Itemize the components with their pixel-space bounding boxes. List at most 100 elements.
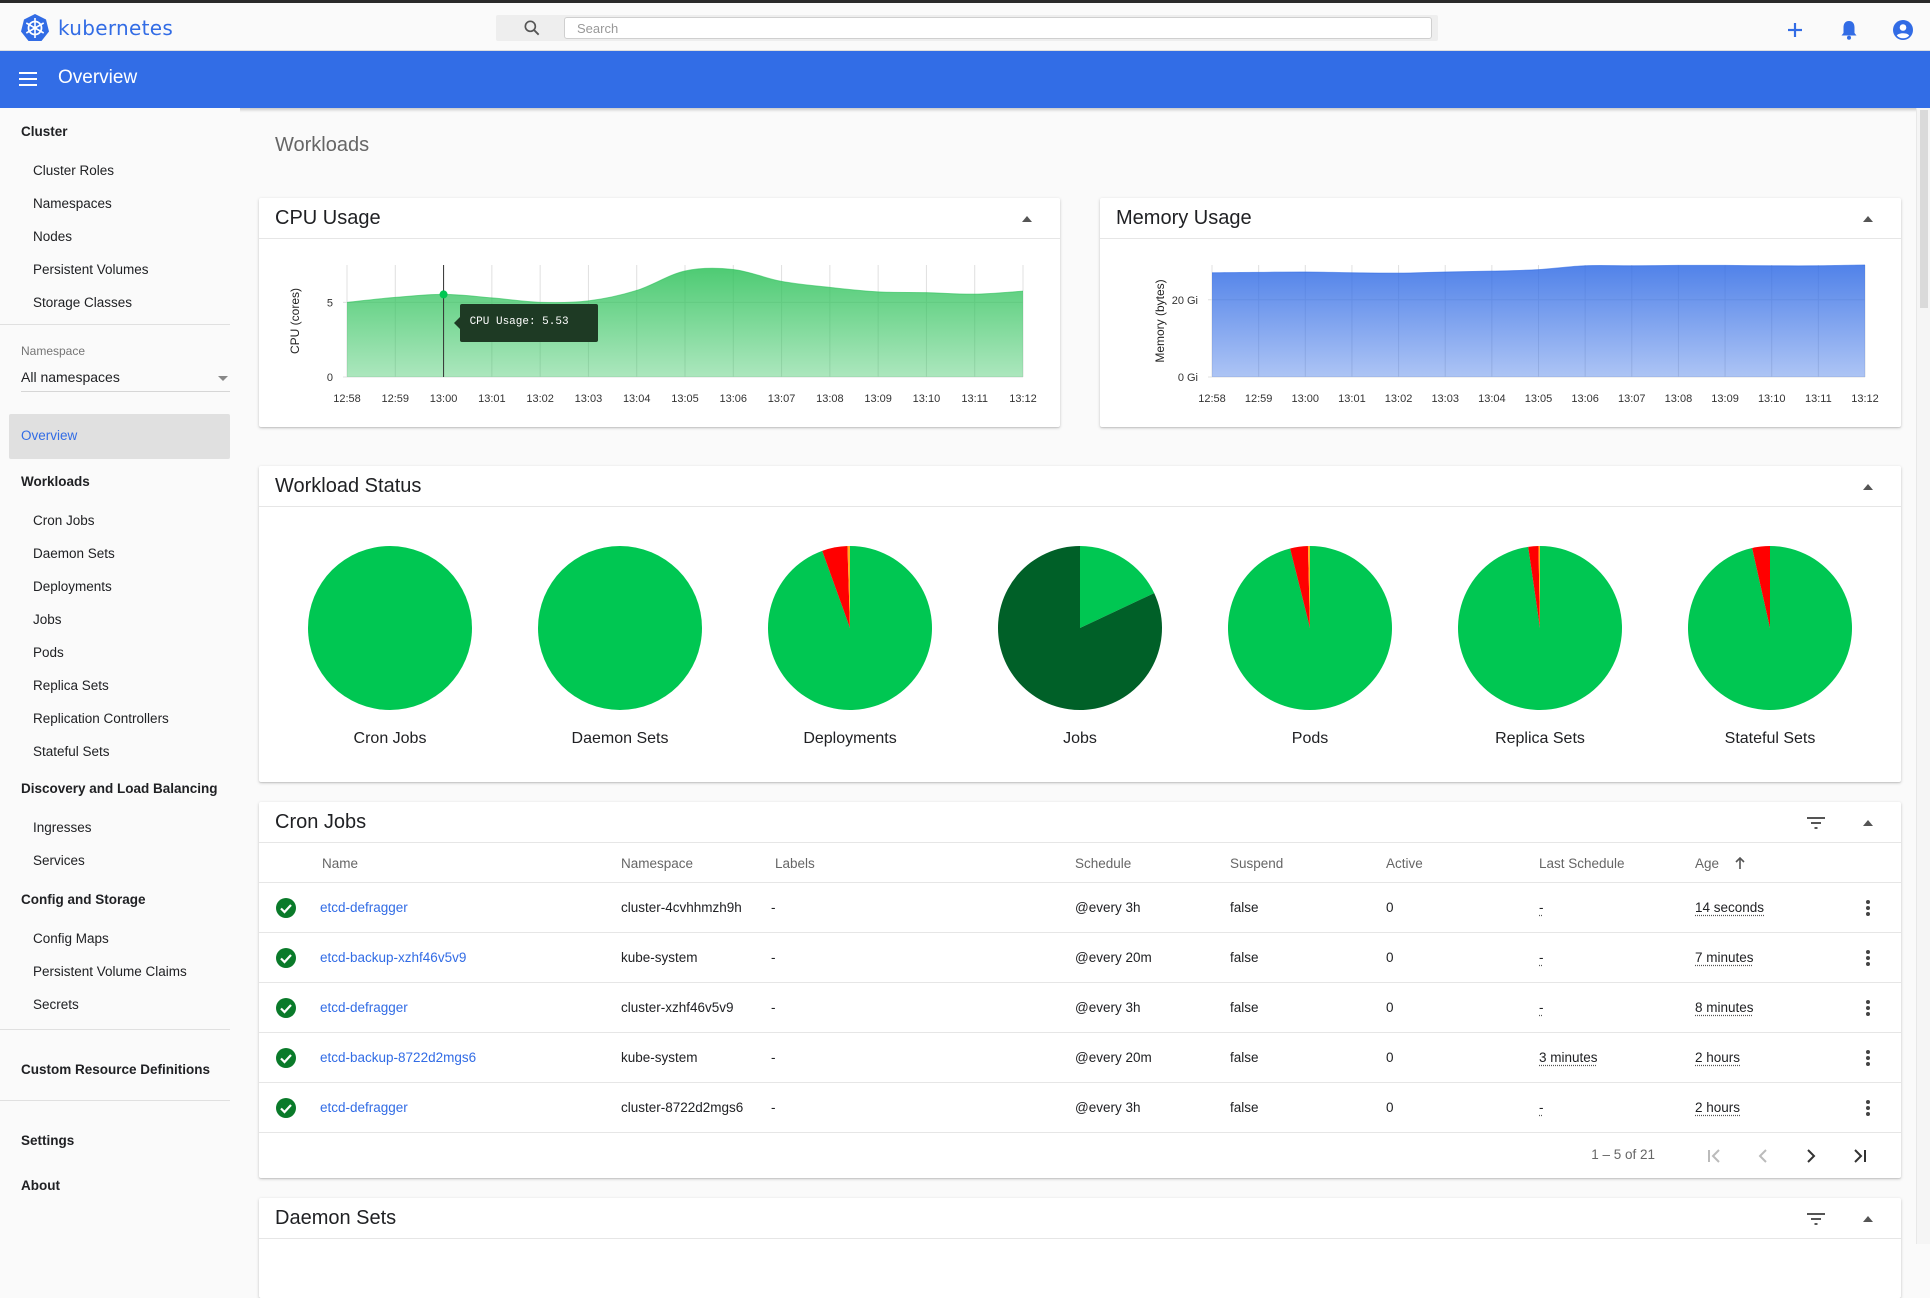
column-header-active[interactable]: Active bbox=[1386, 856, 1423, 871]
column-header-schedule[interactable]: Schedule bbox=[1075, 856, 1131, 871]
scrollbar-thumb[interactable] bbox=[1920, 110, 1928, 308]
sort-ascending-icon[interactable] bbox=[1734, 856, 1746, 870]
namespace-select[interactable]: All namespaces bbox=[21, 362, 230, 392]
pie-slice-running bbox=[538, 546, 702, 710]
sidebar-heading-config[interactable]: Config and Storage bbox=[21, 892, 146, 907]
more-vert-icon[interactable] bbox=[1865, 948, 1871, 968]
account-button[interactable] bbox=[1876, 15, 1930, 45]
column-header-namespace[interactable]: Namespace bbox=[621, 856, 693, 871]
memory-usage-chart: 0 Gi 20 Gi 12:58 12:59 13:00 13:01 13:02 13:03 1… bbox=[1153, 264, 1879, 405]
cell-name[interactable]: etcd-backup-8722d2mgs6 bbox=[320, 1050, 476, 1065]
x-tick-label: 13:00 bbox=[430, 393, 458, 405]
kubernetes-logo[interactable]: kubernetes bbox=[20, 13, 173, 43]
sidebar-item-replication-controllers[interactable]: Replication Controllers bbox=[33, 711, 169, 726]
cell-age: 2 hours bbox=[1695, 1100, 1741, 1115]
search-input[interactable] bbox=[564, 17, 1432, 39]
pie-label: Deployments bbox=[803, 730, 897, 747]
card-title: Cron Jobs bbox=[275, 811, 367, 833]
sidebar-item-overview[interactable]: Overview bbox=[9, 414, 230, 459]
create-button[interactable] bbox=[1768, 15, 1822, 45]
x-tick-label: 13:04 bbox=[623, 393, 651, 405]
sidebar-item-nodes[interactable]: Nodes bbox=[33, 229, 72, 244]
cell-schedule: @every 3h bbox=[1075, 1100, 1141, 1115]
more-vert-icon[interactable] bbox=[1865, 1048, 1871, 1068]
sidebar-item-secrets[interactable]: Secrets bbox=[33, 997, 79, 1012]
pie-label: Stateful Sets bbox=[1724, 730, 1816, 747]
sidebar-item-about[interactable]: About bbox=[21, 1178, 60, 1193]
table-row[interactable]: etcd-defragger cluster-xzhf46v5v9 - @every … bbox=[259, 983, 1901, 1033]
sidebar-item-pvcs[interactable]: Persistent Volume Claims bbox=[33, 964, 187, 979]
more-vert-icon[interactable] bbox=[1865, 998, 1871, 1018]
collapse-button[interactable] bbox=[1861, 212, 1875, 226]
sidebar-item-storage-classes[interactable]: Storage Classes bbox=[33, 295, 132, 310]
kubernetes-helm-icon bbox=[21, 14, 49, 41]
column-header-last-schedule[interactable]: Last Schedule bbox=[1539, 856, 1625, 871]
sidebar-item-settings[interactable]: Settings bbox=[21, 1133, 74, 1148]
sidebar-item-crds[interactable]: Custom Resource Definitions bbox=[21, 1062, 210, 1077]
cell-last-schedule: - bbox=[1539, 950, 1544, 965]
daemon-sets-card: Daemon Sets bbox=[259, 1198, 1901, 1298]
collapse-button[interactable] bbox=[1020, 212, 1034, 226]
chart-tooltip: CPU Usage: 5.53 bbox=[453, 304, 598, 342]
table-row[interactable]: etcd-defragger cluster-4cvhhmzh9h - @every … bbox=[259, 883, 1901, 933]
sidebar-heading-discovery[interactable]: Discovery and Load Balancing bbox=[21, 781, 218, 796]
previous-page-icon[interactable] bbox=[1751, 1144, 1775, 1168]
sidebar-heading-cluster[interactable]: Cluster bbox=[21, 124, 68, 139]
table-row[interactable]: etcd-backup-8722d2mgs6 kube-system - @every… bbox=[259, 1033, 1901, 1083]
sidebar-item-persistent-volumes[interactable]: Persistent Volumes bbox=[33, 262, 149, 277]
menu-icon[interactable] bbox=[18, 69, 40, 89]
more-vert-icon[interactable] bbox=[1865, 898, 1871, 918]
cell-name[interactable]: etcd-defragger bbox=[320, 1000, 408, 1015]
cell-namespace: cluster-xzhf46v5v9 bbox=[621, 1000, 734, 1015]
sidebar-item-services[interactable]: Services bbox=[33, 853, 85, 868]
sidebar-item-deployments[interactable]: Deployments bbox=[33, 579, 112, 594]
cell-labels: - bbox=[771, 950, 776, 965]
sidebar-item-stateful-sets[interactable]: Stateful Sets bbox=[33, 744, 110, 759]
x-tick-label: 13:12 bbox=[1009, 393, 1037, 405]
sidebar-item-namespaces[interactable]: Namespaces bbox=[33, 196, 112, 211]
cron-jobs-card: Cron Jobs Name Namespace Labels Schedule… bbox=[259, 802, 1901, 1178]
next-page-icon[interactable] bbox=[1799, 1144, 1823, 1168]
cell-name[interactable]: etcd-defragger bbox=[320, 900, 408, 915]
cell-namespace: cluster-4cvhhmzh9h bbox=[621, 900, 742, 915]
more-vert-icon[interactable] bbox=[1865, 1098, 1871, 1118]
notifications-button[interactable] bbox=[1822, 15, 1876, 45]
pie-chart-deployments bbox=[768, 546, 932, 710]
brand-name: kubernetes bbox=[58, 16, 174, 40]
sidebar-item-pods[interactable]: Pods bbox=[33, 645, 64, 660]
column-header-name[interactable]: Name bbox=[322, 856, 358, 871]
collapse-button[interactable] bbox=[1861, 1212, 1875, 1226]
cell-name[interactable]: etcd-defragger bbox=[320, 1100, 408, 1115]
y-axis-label: CPU (cores) bbox=[288, 288, 302, 354]
sidebar-item-replica-sets[interactable]: Replica Sets bbox=[33, 678, 109, 693]
table-row[interactable]: etcd-defragger cluster-8722d2mgs6 - @every … bbox=[259, 1083, 1901, 1133]
pagination-range: 1 – 5 of 21 bbox=[1591, 1147, 1655, 1162]
collapse-button[interactable] bbox=[1861, 480, 1875, 494]
page-scrollbar[interactable] bbox=[1916, 108, 1930, 1244]
sidebar-item-daemon-sets[interactable]: Daemon Sets bbox=[33, 546, 115, 561]
sidebar-item-config-maps[interactable]: Config Maps bbox=[33, 931, 109, 946]
column-header-age[interactable]: Age bbox=[1695, 856, 1719, 871]
last-page-icon[interactable] bbox=[1847, 1144, 1871, 1168]
sidebar-item-cluster-roles[interactable]: Cluster Roles bbox=[33, 163, 114, 178]
table-row[interactable]: etcd-backup-xzhf46v5v9 kube-system - @every… bbox=[259, 933, 1901, 983]
cell-suspend: false bbox=[1230, 900, 1259, 915]
sidebar-item-cron-jobs[interactable]: Cron Jobs bbox=[33, 513, 95, 528]
cell-schedule: @every 3h bbox=[1075, 1000, 1141, 1015]
cell-name[interactable]: etcd-backup-xzhf46v5v9 bbox=[320, 950, 466, 965]
sidebar-divider bbox=[0, 1029, 230, 1030]
filter-icon[interactable] bbox=[1805, 1209, 1827, 1229]
column-header-suspend[interactable]: Suspend bbox=[1230, 856, 1283, 871]
filter-icon[interactable] bbox=[1805, 813, 1827, 833]
x-tick-label: 13:06 bbox=[720, 393, 748, 405]
workload-status-card: Workload Status Cron Jobs Daemon Sets Depl… bbox=[259, 466, 1901, 782]
collapse-button[interactable] bbox=[1861, 816, 1875, 830]
paginator: 1 – 5 of 21 bbox=[259, 1133, 1901, 1178]
first-page-icon[interactable] bbox=[1703, 1144, 1727, 1168]
sidebar-item-jobs[interactable]: Jobs bbox=[33, 612, 62, 627]
sidebar-item-ingresses[interactable]: Ingresses bbox=[33, 820, 92, 835]
search-icon[interactable] bbox=[522, 18, 542, 38]
cell-schedule: @every 20m bbox=[1075, 1050, 1152, 1065]
sidebar-heading-workloads[interactable]: Workloads bbox=[21, 474, 90, 489]
cell-suspend: false bbox=[1230, 1050, 1259, 1065]
